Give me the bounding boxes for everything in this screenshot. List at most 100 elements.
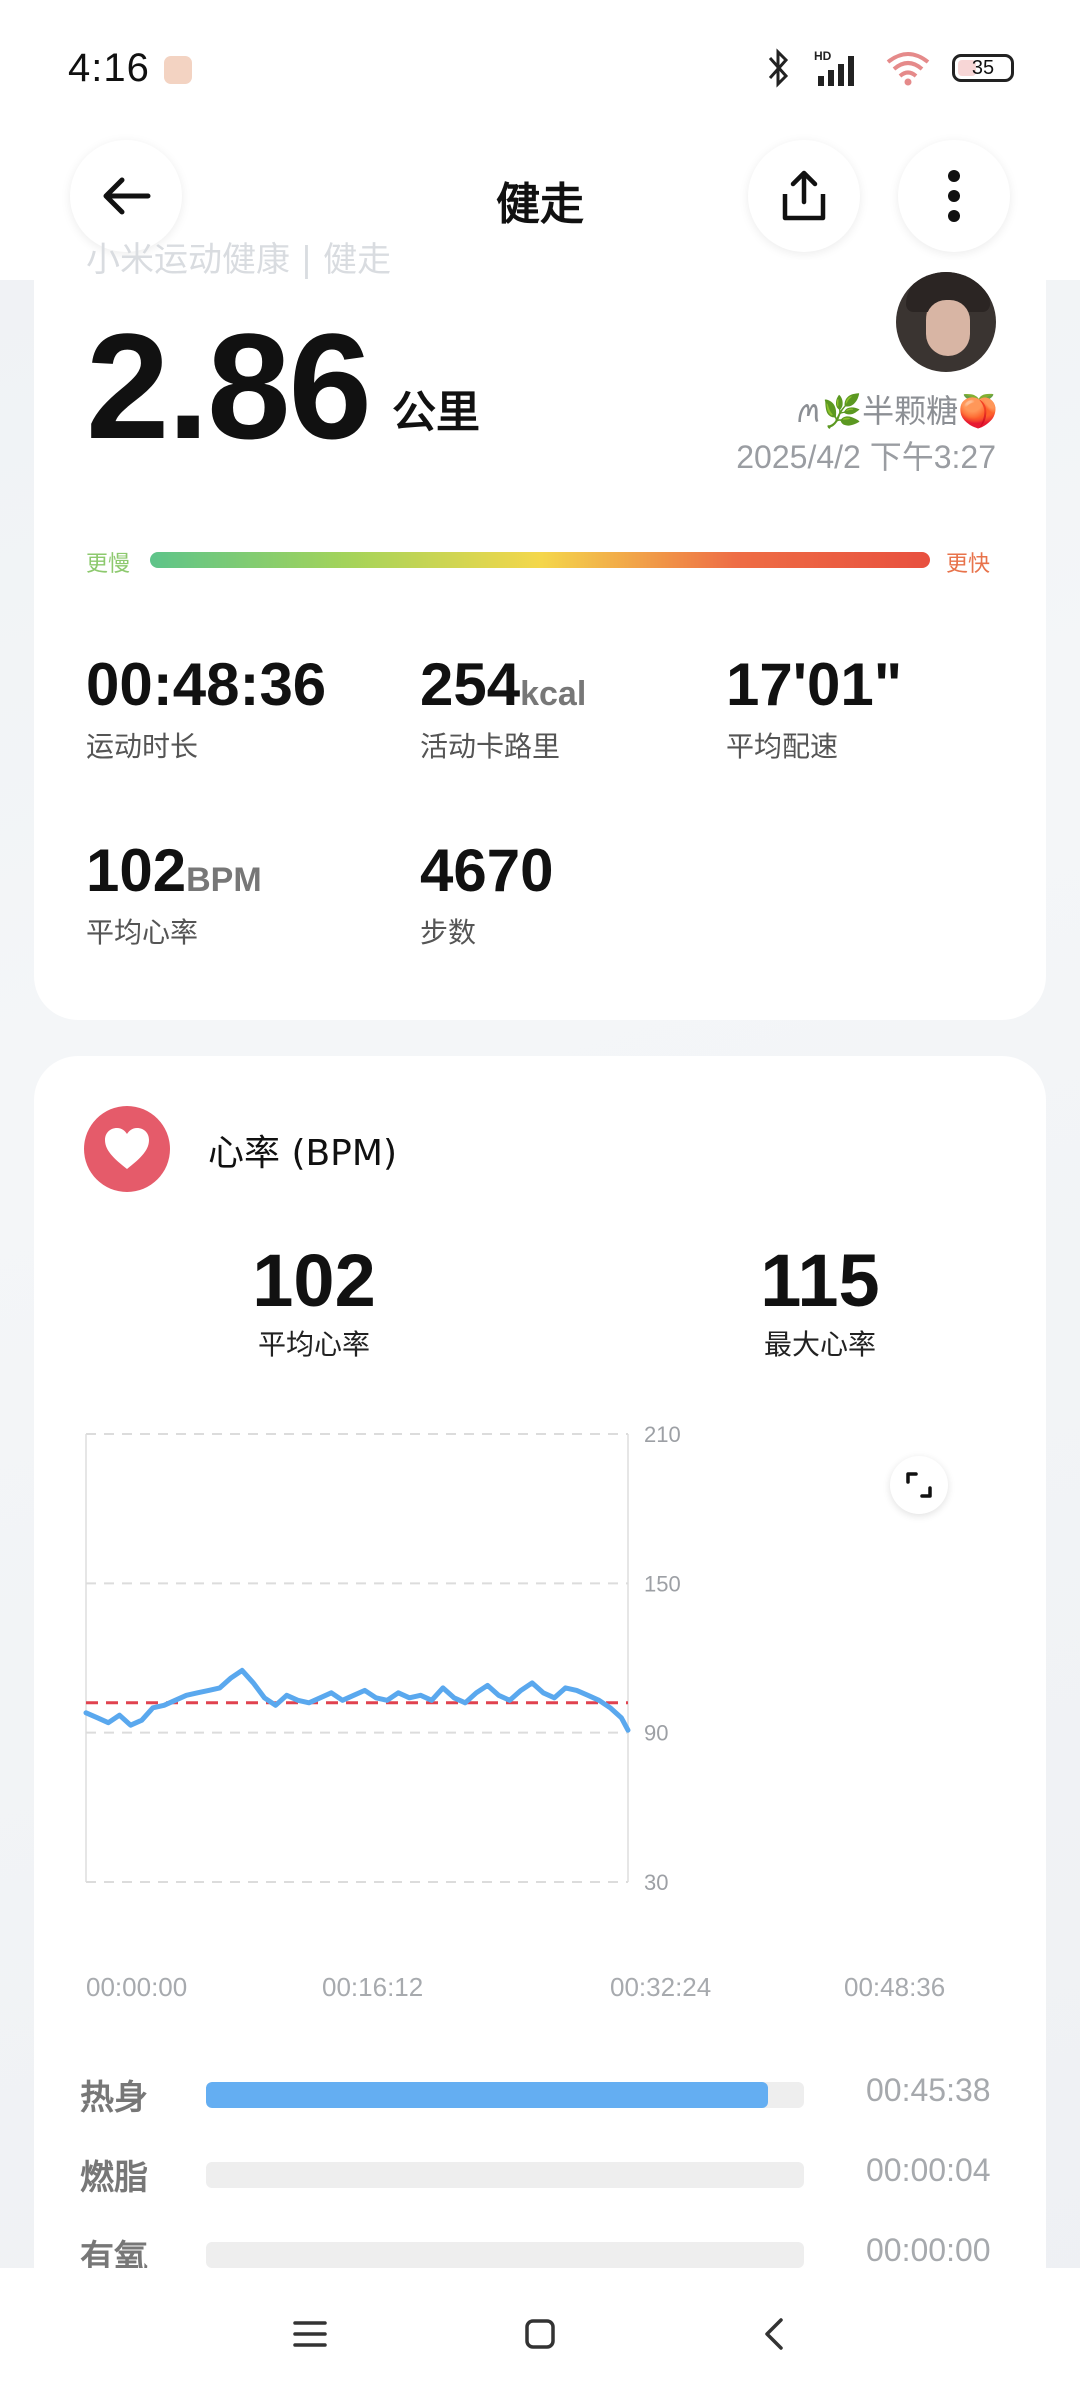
notification-app-icon: [164, 56, 192, 84]
share-button[interactable]: [748, 140, 860, 252]
zone-row-fatburn: 燃脂 00:00:04: [80, 2142, 1020, 2202]
heart-rate-value: 102: [86, 837, 187, 904]
zone-time: 00:45:38: [866, 2072, 991, 2108]
faded-subtitle: 小米运动健康 | 健走: [86, 240, 392, 280]
heart-rate-point: [564, 1686, 568, 1690]
distance-unit: 公里: [392, 387, 480, 438]
stat-duration: 00:48:36 运动时长: [86, 650, 326, 765]
menu-icon: [293, 2321, 327, 2347]
zone-track: [206, 2242, 804, 2268]
avatar[interactable]: [896, 272, 996, 372]
heart-rate-point: [626, 1728, 630, 1732]
pace-fast-label: 更快: [945, 552, 990, 577]
heart-rate-point: [430, 1698, 434, 1702]
more-options-button[interactable]: [898, 140, 1010, 252]
stat-pace: 17'01" 平均配速: [726, 650, 902, 765]
heart-rate-point: [129, 1723, 133, 1727]
heart-rate-point: [519, 1688, 523, 1692]
heart-rate-point: [218, 1686, 222, 1690]
heart-rate-label: 平均心率: [86, 916, 199, 949]
y-tick-label: 30: [644, 1870, 668, 1895]
pace-label: 平均配速: [726, 730, 839, 763]
signal-label: HD: [814, 49, 832, 63]
zone-time: 00:00:00: [866, 2232, 991, 2268]
heart-rate-point: [419, 1693, 423, 1697]
heart-rate-point: [474, 1691, 478, 1695]
expand-icon: [906, 1472, 932, 1498]
zone-row-warmup: 热身 00:45:38: [80, 2062, 1020, 2122]
expand-chart-button[interactable]: [890, 1456, 948, 1514]
chevron-left-icon: [765, 2318, 783, 2350]
calories-unit: kcal: [520, 675, 587, 713]
heart-rate-point: [285, 1693, 289, 1697]
heart-rate-point: [441, 1686, 445, 1690]
workout-datetime: 2025/4/2 下午3:27: [736, 439, 996, 475]
steps-label: 步数: [420, 916, 477, 949]
heart-rate-point: [363, 1688, 367, 1692]
heart-rate-point: [173, 1698, 177, 1702]
duration-value: 00:48:36: [86, 651, 327, 718]
status-time: 4:16: [68, 46, 150, 90]
status-icons: HD 35: [764, 48, 1014, 88]
pace-gradient-bar: [150, 552, 930, 568]
heart-rate-point: [352, 1693, 356, 1697]
heart-rate-point: [240, 1668, 244, 1672]
heart-rate-point: [586, 1693, 590, 1697]
y-tick-label: 90: [644, 1721, 668, 1746]
heart-rate-point: [162, 1703, 166, 1707]
duration-label: 运动时长: [86, 730, 199, 763]
heart-rate-series-line: [83, 1667, 631, 1733]
heart-rate-point: [541, 1691, 545, 1695]
heart-rate-point: [318, 1696, 322, 1700]
calories-label: 活动卡路里: [420, 730, 561, 763]
stat-calories: 254kcal 活动卡路里: [420, 650, 586, 765]
steps-value: 4670: [420, 837, 554, 904]
heart-rate-card: 心率 (BPM) 102 平均心率 115 最大心率 210 150 90 30 00…: [34, 1056, 1046, 2400]
heart-rate-point: [619, 1716, 623, 1720]
menu-nav-button[interactable]: [280, 2304, 340, 2364]
heart-rate-point: [307, 1701, 311, 1705]
heart-rate-point: [106, 1721, 110, 1725]
share-icon: [782, 170, 826, 221]
heart-rate-point: [84, 1711, 88, 1715]
heart-rate-point: [407, 1696, 411, 1700]
zone-time: 00:00:04: [866, 2152, 991, 2188]
heart-rate-point: [485, 1683, 489, 1687]
heart-rate-point: [575, 1688, 579, 1692]
home-nav-button[interactable]: [510, 2304, 570, 2364]
workout-summary-card: 2.86 公里 ꪔ🌿半颗糖🍑 2025/4/2 下午3:27 更慢 更快 00:…: [34, 260, 1046, 1020]
heart-rate-point: [95, 1716, 99, 1720]
heart-rate-unit: BPM: [186, 861, 262, 899]
home-square-icon: [525, 2319, 555, 2349]
battery-level: 35: [971, 56, 995, 79]
heart-rate-point: [262, 1696, 266, 1700]
zone-name: 燃脂: [80, 2158, 148, 2198]
heart-rate-point: [608, 1706, 612, 1710]
heart-rate-point: [452, 1696, 456, 1700]
battery-indicator: 35: [952, 54, 1014, 82]
time-label-2: 00:32:24: [610, 1972, 712, 2002]
y-tick-label: 210: [644, 1422, 681, 1447]
back-nav-button[interactable]: [744, 2304, 804, 2364]
signal-icon: HD: [814, 48, 864, 88]
pace-value: 17'01": [726, 651, 903, 718]
heart-rate-point: [117, 1713, 121, 1717]
zone-track: [206, 2082, 804, 2108]
heart-rate-chart[interactable]: 210 150 90 30: [34, 1056, 1046, 2016]
heart-rate-point: [552, 1696, 556, 1700]
heart-rate-point: [508, 1698, 512, 1702]
zone-name: 热身: [80, 2078, 148, 2118]
heart-rate-point: [497, 1693, 501, 1697]
heart-rate-point: [274, 1703, 278, 1707]
heart-rate-point: [396, 1691, 400, 1695]
heart-rate-point: [597, 1698, 601, 1702]
heart-rate-point: [341, 1698, 345, 1702]
heart-rate-point: [140, 1718, 144, 1722]
time-label-3: 00:48:36: [844, 1972, 946, 2002]
heart-rate-point: [296, 1698, 300, 1702]
stat-heart-rate: 102BPM 平均心率: [86, 836, 262, 951]
heart-rate-point: [251, 1681, 255, 1685]
status-bar: 4:16 HD 35: [0, 0, 1080, 120]
y-tick-label: 150: [644, 1571, 681, 1596]
calories-value: 254: [420, 651, 521, 718]
